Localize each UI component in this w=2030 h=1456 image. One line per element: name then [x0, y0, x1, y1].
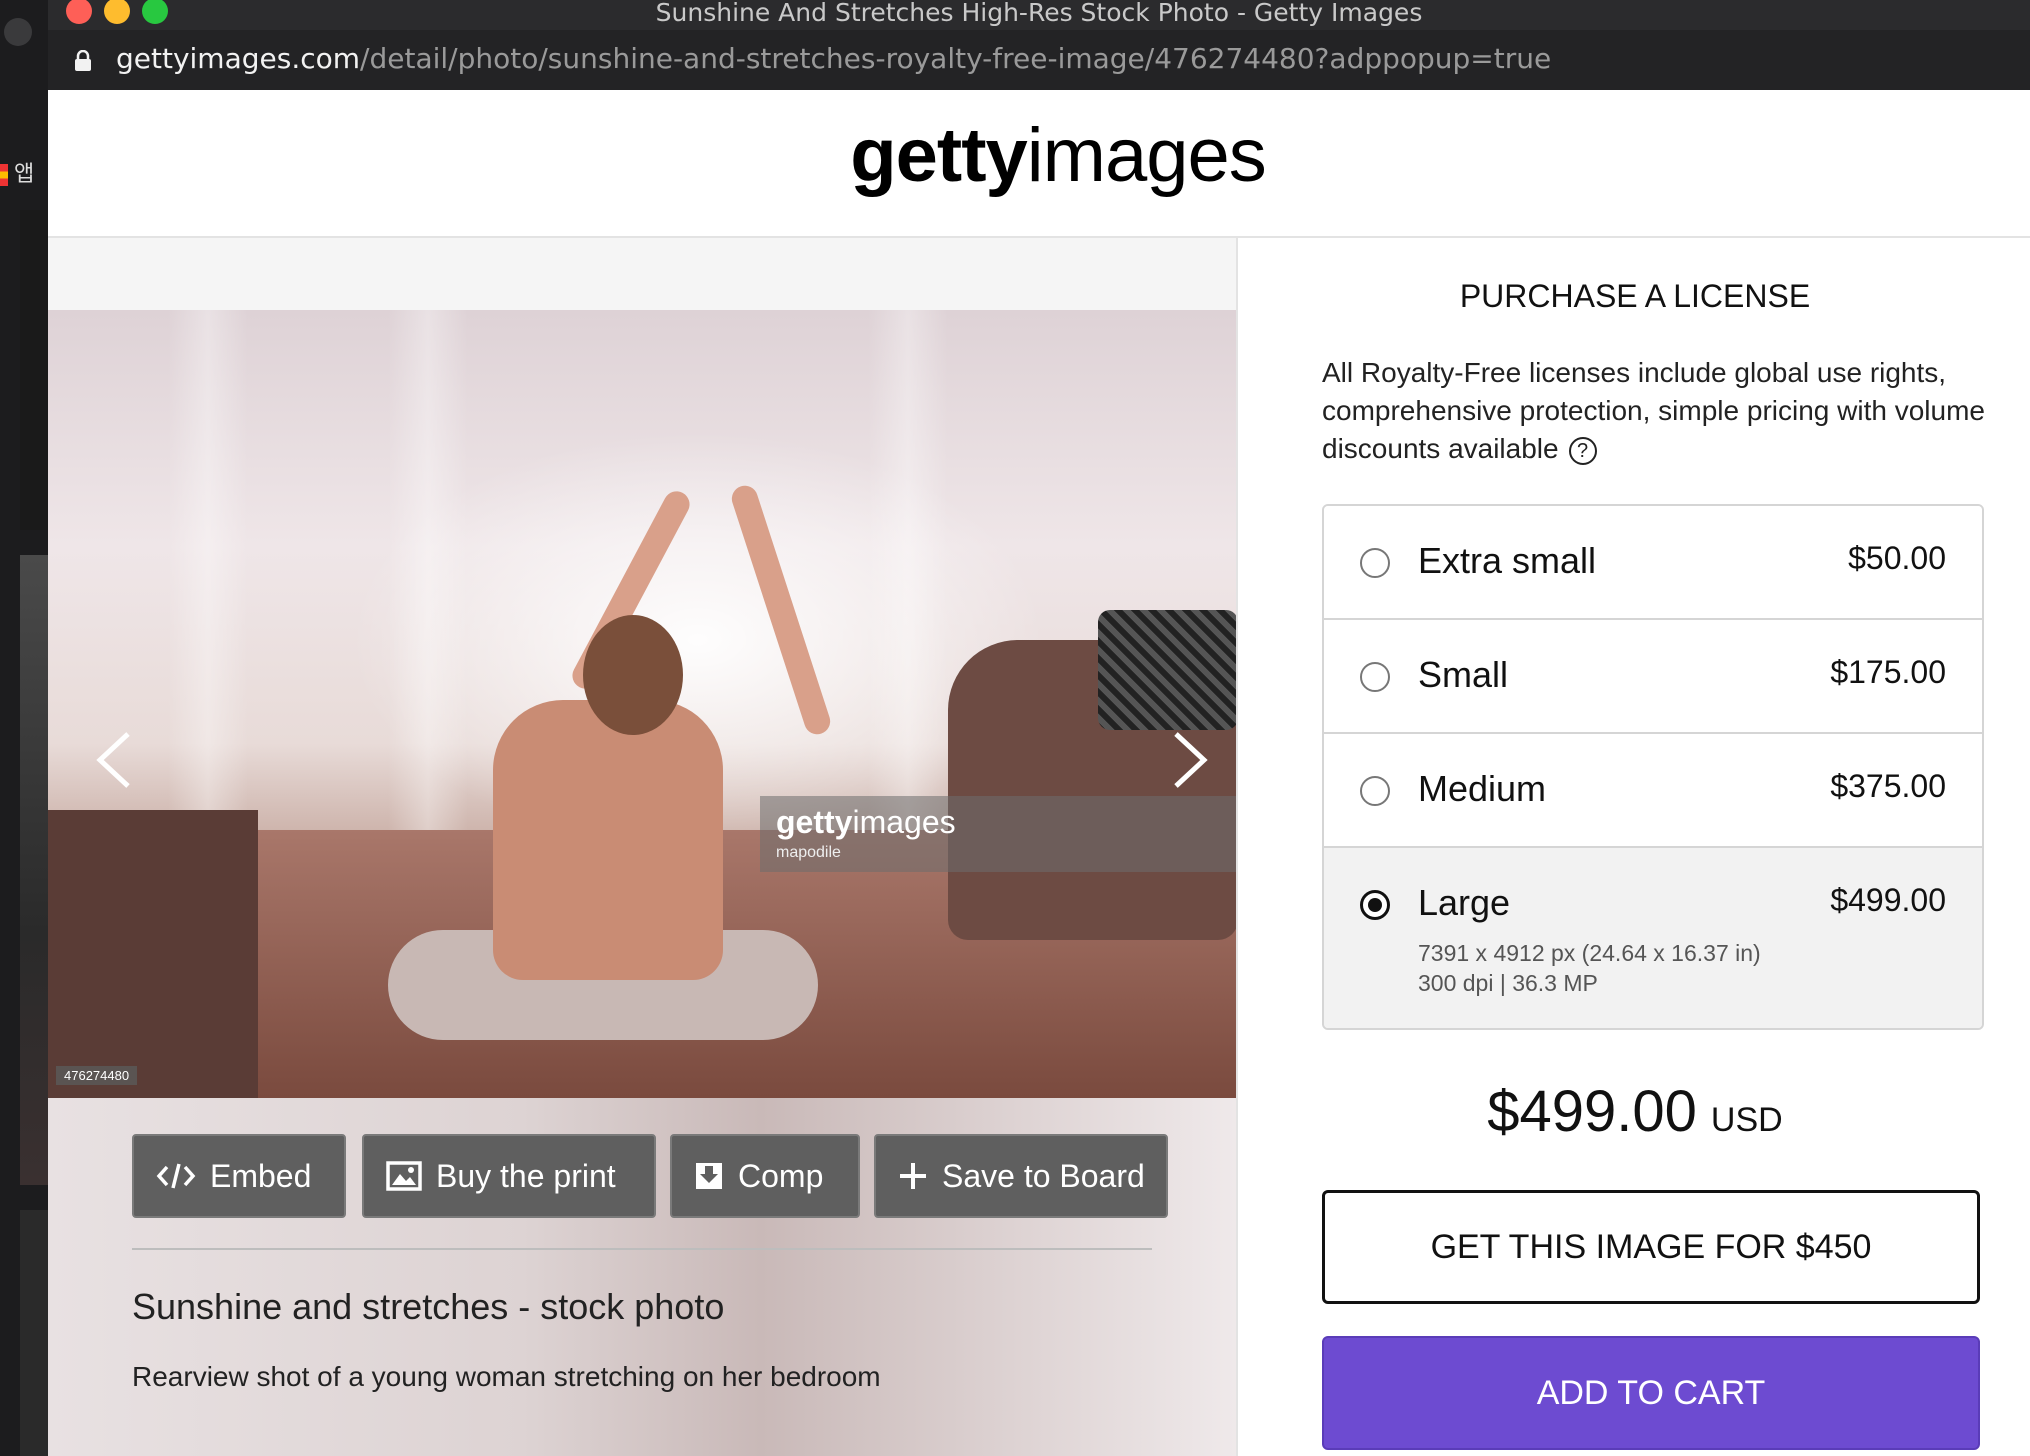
furniture-left: [48, 810, 258, 1098]
total-amount: $499.00: [1487, 1079, 1697, 1144]
image-id: 476274480: [56, 1066, 138, 1085]
image-icon: [386, 1161, 422, 1191]
radio-button[interactable]: [1360, 662, 1390, 692]
option-small[interactable]: Small $175.00: [1324, 618, 1982, 732]
comp-label: Comp: [738, 1157, 824, 1194]
purchase-panel: PURCHASE A LICENSE All Royalty-Free lice…: [1236, 238, 2030, 1456]
cushion: [1098, 610, 1236, 730]
photo-details: Embed Buy the print Comp Save to Board S…: [48, 1098, 1236, 1456]
option-price: $375.00: [1830, 768, 1946, 804]
embed-button[interactable]: Embed: [132, 1134, 346, 1218]
buy-print-label: Buy the print: [436, 1157, 616, 1194]
plus-icon: [900, 1163, 926, 1189]
address-bar[interactable]: gettyimages.com/detail/photo/sunshine-an…: [48, 30, 2030, 90]
help-icon[interactable]: ?: [1568, 436, 1597, 465]
option-extra-small[interactable]: Extra small $50.00: [1324, 506, 1982, 618]
add-to-cart-button[interactable]: ADD TO CART: [1322, 1336, 1980, 1450]
radio-button[interactable]: [1360, 776, 1390, 806]
total-currency: USD: [1710, 1101, 1783, 1139]
next-arrow-icon[interactable]: [1158, 720, 1218, 800]
photographer-credit: mapodile: [776, 844, 841, 861]
lock-icon: [75, 50, 91, 71]
window-title: Sunshine And Stretches High-Res Stock Ph…: [655, 0, 1423, 27]
site-header: gettyimages: [48, 90, 2030, 238]
url-path: /detail/photo/sunshine-and-stretches-roy…: [360, 42, 1552, 75]
window-control-icon: [4, 18, 32, 46]
logo-light: images: [1026, 113, 1267, 198]
license-size-options: Extra small $50.00 Small $175.00 Medium …: [1322, 504, 1984, 1030]
download-icon: [696, 1163, 722, 1189]
curtain: [388, 310, 468, 870]
option-price: $50.00: [1848, 540, 1946, 576]
background-window: 앱: [0, 0, 48, 1456]
embed-label: Embed: [210, 1157, 312, 1194]
option-label: Large: [1418, 882, 1511, 923]
option-label: Small: [1418, 654, 1509, 695]
save-to-board-button[interactable]: Save to Board: [874, 1134, 1168, 1218]
license-text: All Royalty-Free licenses include global…: [1322, 357, 1985, 464]
background-panel: [20, 1210, 48, 1456]
apps-label: 앱: [14, 162, 35, 187]
photo-description: Rearview shot of a young woman stretchin…: [132, 1361, 881, 1392]
photo-column: gettyimages mapodile 476274480 Embed Buy…: [48, 238, 1236, 1456]
stock-photo[interactable]: gettyimages mapodile 476274480: [48, 310, 1236, 1098]
option-label: Medium: [1418, 768, 1547, 809]
code-icon: [156, 1163, 196, 1189]
curtain: [868, 310, 948, 870]
apps-grid-icon: [0, 164, 8, 186]
radio-button-selected[interactable]: [1360, 890, 1390, 920]
woman-body: [493, 700, 723, 980]
option-dimensions: 7391 x 4912 px (24.64 x 16.37 in) 300 dp…: [1418, 938, 1761, 998]
license-description: All Royalty-Free licenses include global…: [1322, 354, 2002, 468]
option-pixels: 7391 x 4912 px (24.64 x 16.37 in): [1418, 940, 1761, 966]
watermark: gettyimages mapodile: [760, 796, 1236, 872]
background-panel: [20, 210, 48, 530]
divider: [132, 1248, 1152, 1250]
url-host: gettyimages.com: [116, 42, 361, 75]
title-bar: Sunshine And Stretches High-Res Stock Ph…: [48, 0, 2030, 30]
total-price: $499.00 USD: [1238, 1078, 2030, 1145]
previous-arrow-icon[interactable]: [88, 720, 148, 800]
browser-window: Sunshine And Stretches High-Res Stock Ph…: [48, 0, 2030, 1456]
save-to-board-label: Save to Board: [942, 1157, 1145, 1194]
option-price: $499.00: [1830, 882, 1946, 918]
woman-head: [583, 615, 683, 735]
option-medium[interactable]: Medium $375.00: [1324, 732, 1982, 846]
watermark-logo: gettyimages: [776, 804, 956, 840]
radio-button[interactable]: [1360, 548, 1390, 578]
curtain: [168, 310, 248, 870]
option-price: $175.00: [1830, 654, 1946, 690]
bookmark-apps[interactable]: 앱: [0, 150, 48, 200]
option-large[interactable]: Large $499.00 7391 x 4912 px (24.64 x 16…: [1324, 846, 1982, 1028]
getty-logo[interactable]: gettyimages: [48, 112, 2030, 199]
background-panel: [20, 555, 48, 1185]
option-dpi: 300 dpi | 36.3 MP: [1418, 970, 1598, 996]
comp-button[interactable]: Comp: [670, 1134, 860, 1218]
buy-print-button[interactable]: Buy the print: [362, 1134, 656, 1218]
option-label: Extra small: [1418, 540, 1597, 581]
logo-bold: getty: [850, 113, 1028, 198]
url-text[interactable]: gettyimages.com/detail/photo/sunshine-an…: [116, 42, 1551, 75]
purchase-heading: PURCHASE A LICENSE: [1459, 278, 1811, 314]
photo-title: Sunshine and stretches - stock photo: [132, 1286, 725, 1327]
get-image-button[interactable]: GET THIS IMAGE FOR $450: [1322, 1190, 1980, 1304]
